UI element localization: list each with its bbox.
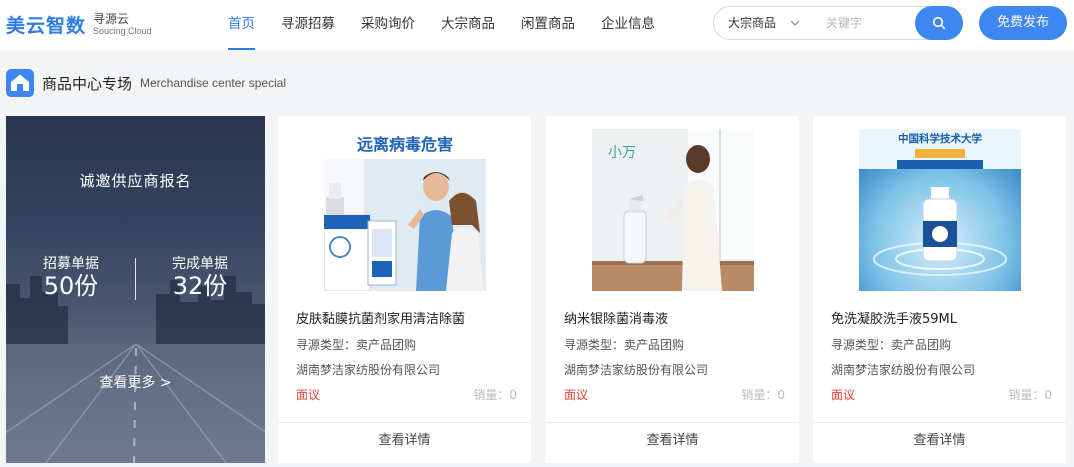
- logo[interactable]: 美云智数 寻源云 Soucing Cloud: [6, 11, 152, 38]
- nav-item-home[interactable]: 首页: [215, 0, 268, 50]
- nav-item-purchase-inquiry[interactable]: 采购询价: [348, 0, 428, 50]
- section-header: 商品中心专场 Merchandise center special: [6, 69, 286, 97]
- product-name[interactable]: 纳米银除菌消毒液: [564, 308, 668, 327]
- product-image[interactable]: 中国科学技术大学: [859, 129, 1021, 291]
- view-more-link[interactable]: 查看更多 >: [6, 372, 265, 392]
- stat-label: 完成单据: [172, 256, 228, 272]
- product-sourcing-type: 寻源类型：卖产品团购: [564, 338, 685, 352]
- search-input[interactable]: [826, 13, 914, 33]
- product-sales: 销量：0: [473, 388, 517, 402]
- product-name[interactable]: 皮肤黏膜抗菌剂家用清洁除菌: [296, 308, 465, 327]
- main-nav: 首页 寻源招募 采购询价 大宗商品 闲置商品 企业信息: [215, 0, 668, 50]
- logo-main-text: 美云智数: [6, 15, 87, 37]
- free-publish-button[interactable]: 免费发布: [979, 6, 1067, 40]
- product-price: 面议: [831, 388, 856, 402]
- banner-heading: 诚邀供应商报名: [79, 172, 192, 190]
- product-company: 湖南梦洁家纺股份有限公司: [564, 363, 709, 377]
- chevron-down-icon[interactable]: [790, 19, 800, 27]
- product-card[interactable]: 中国科学技术大学 免洗凝胶洗手液59ML 寻源类型：卖产品团购 湖南梦洁家纺股份…: [813, 116, 1066, 463]
- nav-item-bulk-goods[interactable]: 大宗商品: [428, 0, 508, 50]
- nav-item-sourcing-recruit[interactable]: 寻源招募: [268, 0, 348, 50]
- nav-item-company-info[interactable]: 企业信息: [588, 0, 668, 50]
- product-image[interactable]: 小万: [592, 129, 754, 291]
- product-brand-text: 小万: [608, 145, 636, 161]
- stat-completed: 完成单据 32份: [135, 256, 265, 300]
- product-sales: 销量：0: [741, 388, 785, 402]
- section-title-en: Merchandise center special: [140, 76, 287, 90]
- product-price: 面议: [296, 388, 321, 402]
- product-photo: 中国科学技术大学: [859, 129, 1021, 291]
- product-photo: 远离病毒危害: [324, 129, 486, 291]
- search-button[interactable]: [915, 6, 963, 40]
- search-category-select[interactable]: 大宗商品: [728, 7, 776, 39]
- product-name[interactable]: 免洗凝胶洗手液59ML: [831, 308, 957, 327]
- stat-value: 50份: [43, 272, 99, 300]
- product-card[interactable]: 远离病毒危害 皮肤黏膜抗菌剂家用清洁除菌 寻源类型：卖产品团购 湖南梦洁家纺股份…: [278, 116, 531, 463]
- stat-value: 32份: [172, 272, 228, 300]
- stat-label: 招募单据: [43, 256, 99, 272]
- product-sales: 销量：0: [1008, 388, 1052, 402]
- search-icon: [932, 16, 946, 30]
- logo-sub-cn: 寻源云: [93, 11, 130, 26]
- nav-item-idle-goods[interactable]: 闲置商品: [508, 0, 588, 50]
- top-header: 美云智数 寻源云 Soucing Cloud 首页 寻源招募 采购询价 大宗商品…: [0, 0, 1074, 50]
- product-sourcing-type: 寻源类型：卖产品团购: [831, 338, 952, 352]
- logo-sub: 寻源云 Soucing Cloud: [93, 13, 152, 37]
- view-detail-button[interactable]: 查看详情: [813, 422, 1066, 463]
- product-banner-text: 远离病毒危害: [357, 135, 453, 154]
- product-image[interactable]: 远离病毒危害: [324, 129, 486, 291]
- product-price: 面议: [564, 388, 589, 402]
- product-sourcing-type: 寻源类型：卖产品团购: [296, 338, 417, 352]
- product-company: 湖南梦洁家纺股份有限公司: [296, 363, 441, 377]
- product-company: 湖南梦洁家纺股份有限公司: [831, 363, 976, 377]
- product-photo: 小万: [592, 129, 754, 291]
- supplier-recruit-banner[interactable]: 诚邀供应商报名 招募单据 50份 完成单据 32份 查看更多 >: [6, 116, 265, 463]
- view-detail-button[interactable]: 查看详情: [278, 422, 531, 463]
- product-university-text: 中国科学技术大学: [898, 132, 982, 145]
- product-card[interactable]: 小万 纳米银除菌消毒液 寻源类型：卖产品团购 湖南梦洁家纺股份有限公司 面议 销…: [546, 116, 799, 463]
- view-detail-button[interactable]: 查看详情: [546, 422, 799, 463]
- logo-sub-en: Soucing Cloud: [93, 25, 152, 36]
- home-badge-icon: [6, 69, 34, 97]
- stat-recruit: 招募单据 50份: [6, 256, 136, 300]
- section-title-cn: 商品中心专场: [42, 74, 133, 93]
- search-box: 大宗商品: [713, 6, 963, 40]
